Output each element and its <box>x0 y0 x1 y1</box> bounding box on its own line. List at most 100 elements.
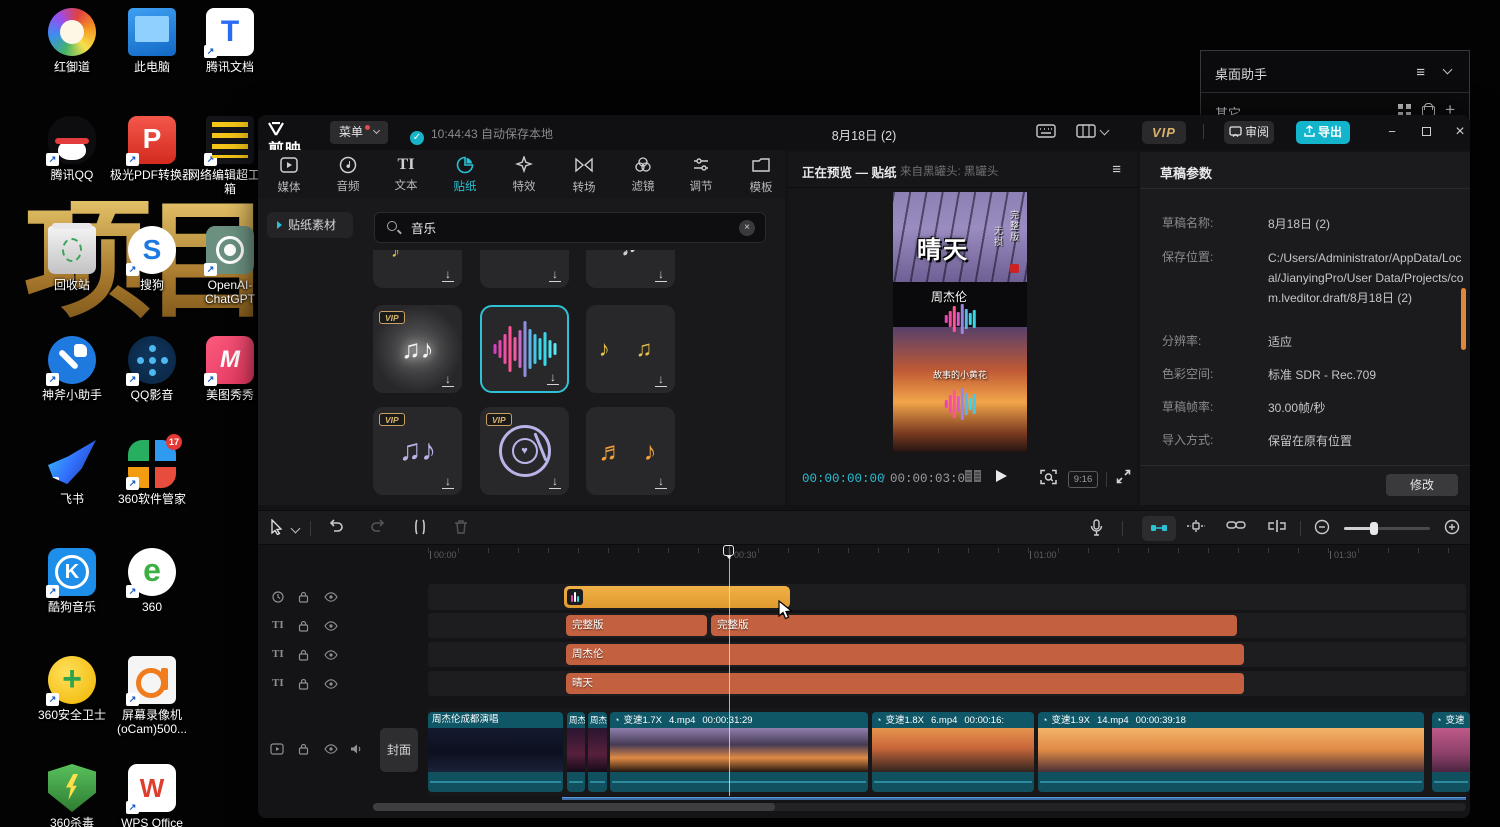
hamburger-menu-icon[interactable]: ≡ <box>1416 64 1425 81</box>
modify-button[interactable]: 修改 <box>1386 474 1458 496</box>
timeline-scrollbar[interactable] <box>373 803 1466 811</box>
video-clip[interactable]: 变速 <box>1432 712 1470 792</box>
link-clips-icon[interactable] <box>1226 519 1246 531</box>
tab-transitions[interactable]: 转场 <box>559 155 609 195</box>
mute-track-icon[interactable] <box>350 743 363 755</box>
tab-filters[interactable]: 滤镜 <box>618 155 668 194</box>
frame-preview-icon[interactable] <box>964 469 982 483</box>
cover-button[interactable]: 封面 <box>380 728 418 772</box>
maximize-button[interactable] <box>1414 121 1438 144</box>
desktop-icon-ocam[interactable]: 屏幕录像机(oCam)500... <box>109 656 195 736</box>
close-button[interactable]: × <box>1448 121 1470 144</box>
tab-effects[interactable]: 特效 <box>499 155 549 194</box>
tab-audio[interactable]: 音频 <box>323 155 373 194</box>
desktop-icon-tencent-docs[interactable]: 腾讯文档 <box>187 8 273 74</box>
zoom-in-icon[interactable] <box>1444 519 1460 535</box>
desktop-icon-360-safe[interactable]: 360安全卫士 <box>29 656 115 722</box>
lock-track-icon[interactable] <box>298 620 309 632</box>
hide-track-icon[interactable] <box>324 621 338 631</box>
desktop-icon-wps[interactable]: WPS Office <box>109 764 195 827</box>
export-button[interactable]: 导出 <box>1296 121 1350 144</box>
split-preview-icon[interactable] <box>1268 519 1286 533</box>
record-voiceover-icon[interactable] <box>1090 519 1103 536</box>
desktop-icon-360-manager[interactable]: 17360软件管家 <box>109 440 195 506</box>
redo-icon[interactable] <box>370 519 386 534</box>
timeline-zoom-slider[interactable] <box>1344 527 1430 530</box>
tab-adjust[interactable]: 调节 <box>676 155 726 194</box>
aspect-ratio-button[interactable]: 9:16 <box>1068 471 1098 488</box>
minimize-button[interactable]: − <box>1380 121 1404 144</box>
hide-track-icon[interactable] <box>324 744 338 754</box>
lock-track-icon[interactable] <box>298 649 309 661</box>
tab-text[interactable]: TI文本 <box>381 155 431 193</box>
sticker-item-selected[interactable] <box>480 305 569 393</box>
play-button[interactable] <box>994 469 1008 483</box>
sticker-item[interactable]: VIP♫♪ <box>373 407 462 495</box>
chevron-down-icon[interactable] <box>1443 65 1453 75</box>
tool-chevron-icon[interactable] <box>291 524 301 534</box>
tab-media[interactable]: 媒体 <box>264 155 314 195</box>
video-clip[interactable]: 变速1.8X6.mp400:00:16: <box>872 712 1034 792</box>
preview-snap-icon[interactable] <box>1186 519 1206 533</box>
desktop-icon-recycle-bin[interactable]: 回收站 <box>29 226 115 292</box>
panel-scrollbar[interactable] <box>1461 288 1466 350</box>
desktop-icon-pdf-converter[interactable]: 极光PDF转换器 <box>109 116 195 182</box>
zoom-out-icon[interactable] <box>1314 519 1330 535</box>
shortcut-keys-icon[interactable] <box>1036 123 1056 139</box>
lock-track-icon[interactable] <box>298 743 309 755</box>
desktop-icon-feishu[interactable]: 飞书 <box>29 440 115 506</box>
hide-track-icon[interactable] <box>324 592 338 602</box>
desktop-icon-qq-player[interactable]: QQ影音 <box>109 336 195 402</box>
select-tool-icon[interactable] <box>270 519 284 535</box>
lock-track-icon[interactable] <box>298 591 309 603</box>
audio-track-collapsed[interactable] <box>562 797 1466 800</box>
video-clip[interactable]: 周杰伦成都演唱 <box>428 712 563 792</box>
sticker-clip[interactable] <box>564 586 790 608</box>
text-clip[interactable]: 周杰伦 <box>566 644 1244 665</box>
desktop-icon-this-pc[interactable]: 此电脑 <box>109 8 195 74</box>
video-clip[interactable]: 周杰 <box>588 712 607 792</box>
hide-track-icon[interactable] <box>324 650 338 660</box>
fullscreen-icon[interactable] <box>1116 469 1131 484</box>
sticker-item[interactable]: VIP♫♪ <box>373 305 462 393</box>
text-clip[interactable]: 完整版 <box>566 615 707 636</box>
vip-badge[interactable]: VIP <box>1142 121 1186 144</box>
playhead-handle[interactable] <box>723 545 734 556</box>
tab-sticker[interactable]: 贴纸 <box>440 155 490 194</box>
playhead-line[interactable] <box>729 546 730 796</box>
sticker-item[interactable]: ♬ <box>586 250 675 288</box>
clear-search-icon[interactable]: × <box>739 220 755 236</box>
text-clip[interactable]: 完整版 <box>711 615 1237 636</box>
lock-track-icon[interactable] <box>298 678 309 690</box>
undo-icon[interactable] <box>328 519 344 534</box>
sticker-item[interactable]: ♪ ♫ <box>586 305 675 393</box>
review-button[interactable]: 审阅 <box>1224 121 1274 144</box>
tab-templates[interactable]: 模板 <box>736 155 786 195</box>
sticker-item[interactable] <box>480 250 569 288</box>
desktop-icon-360-browser[interactable]: 360 <box>109 548 195 614</box>
desktop-icon-hongyudao[interactable]: 红御道 <box>29 8 115 74</box>
scrollbar-thumb[interactable] <box>373 803 775 811</box>
preview-quality-icon[interactable] <box>1040 469 1057 485</box>
split-tool-icon[interactable] <box>412 519 428 535</box>
sticker-category[interactable]: 贴纸素材 <box>267 212 353 238</box>
preview-menu-icon[interactable]: ≡ <box>1112 161 1121 178</box>
video-clip[interactable]: 周杰 <box>567 712 585 792</box>
video-clip[interactable]: 变速1.9X14.mp400:00:39:18 <box>1038 712 1424 792</box>
timeline-ruler[interactable]: 00:00 00:30 01:00 01:30 <box>428 548 1466 562</box>
sticker-item[interactable]: ♪ <box>373 250 462 288</box>
desktop-icon-qq[interactable]: 腾讯QQ <box>29 116 115 182</box>
sticker-item[interactable]: ♬ ♪ <box>586 407 675 495</box>
desktop-icon-kugou[interactable]: 酷狗音乐 <box>29 548 115 614</box>
auto-snap-toggle[interactable] <box>1142 516 1176 541</box>
desktop-icon-360-antivirus[interactable]: 360杀毒 <box>29 764 115 827</box>
text-clip[interactable]: 晴天 <box>566 673 1244 694</box>
video-preview[interactable]: 晴天 周杰伦 完整版 无损 故事的小黄花 <box>893 192 1027 452</box>
layout-mode-icon[interactable] <box>1076 123 1096 139</box>
hide-track-icon[interactable] <box>324 679 338 689</box>
zoom-slider-thumb[interactable] <box>1370 522 1378 535</box>
search-input[interactable] <box>409 213 709 242</box>
desktop-icon-shenfu[interactable]: 神斧小助手 <box>29 336 115 402</box>
delete-icon[interactable] <box>454 519 468 535</box>
sticker-item[interactable]: VIP <box>480 407 569 495</box>
